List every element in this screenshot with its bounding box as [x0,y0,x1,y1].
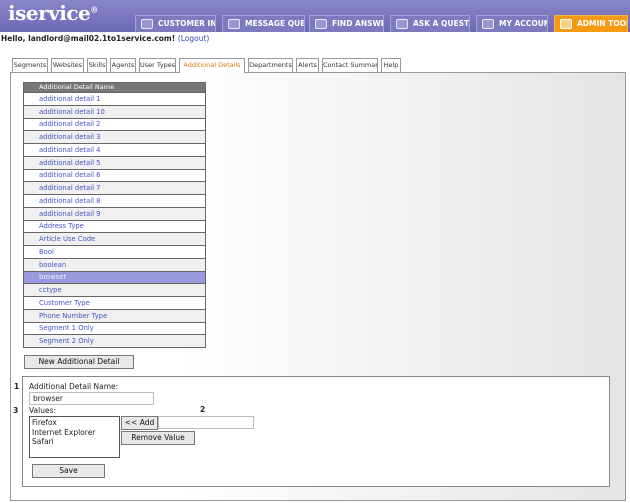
subtab-departments[interactable]: Departments [248,58,293,72]
table-row[interactable]: additional detail 3 [23,130,206,144]
table-row[interactable]: Address Type [23,219,206,234]
table-row[interactable]: additional detail 4 [23,143,206,157]
value-option[interactable]: Internet Explorer [32,428,117,438]
app-header: iservice® CUSTOMER INFO MESSAGE QUEUE FI… [0,0,630,32]
save-button[interactable]: Save [32,464,105,478]
subtab-skills[interactable]: Skills [87,58,107,72]
nav-my-account[interactable]: MY ACCOUNT [476,15,548,32]
subtab-websites[interactable]: Websites [51,58,84,72]
table-row[interactable]: Bool [23,245,206,259]
subtab-contact-summary[interactable]: Contact Summary [322,58,378,72]
table-row[interactable]: additional detail 10 [23,104,206,119]
new-additional-detail-button[interactable]: New Additional Detail [24,355,134,369]
table-row[interactable]: cctype [23,283,206,297]
value-option[interactable]: Safari [32,437,117,447]
step-3-label: 3 [13,406,19,415]
tools-icon [560,19,572,29]
additional-details-table: Additional Detail Name additional detail… [23,82,206,348]
account-icon [482,19,494,29]
subtab-alerts[interactable]: Alerts [296,58,319,72]
subtab-agents[interactable]: Agents [110,58,136,72]
iservice-logo: iservice® [8,1,98,25]
subtab-user-types[interactable]: User Types [139,58,176,72]
message-icon [228,19,240,29]
table-row[interactable]: additional detail 2 [23,117,206,132]
values-label: Values: [29,406,57,415]
table-row[interactable]: Article Use Code [23,232,206,246]
greeting: Hello, landlord@mail02.1to1service.com! … [1,34,210,43]
add-value-button[interactable]: << Add [121,416,158,430]
subtab-segments[interactable]: Segments [12,58,48,72]
table-row-selected[interactable]: browser [23,270,206,285]
new-value-input[interactable] [158,416,254,429]
table-row[interactable]: Customer Type [23,296,206,310]
detail-name-input[interactable]: browser [29,392,154,405]
nav-find-answers[interactable]: FIND ANSWERS [309,15,384,32]
question-icon [396,19,408,29]
subtab-additional-details[interactable]: Additional Details [179,58,245,73]
table-row[interactable]: additional detail 9 [23,206,206,221]
subtab-help[interactable]: Help [381,58,401,72]
nav-message-queue[interactable]: MESSAGE QUEUE [222,15,305,32]
nav-ask-question[interactable]: ASK A QUESTION [390,15,470,32]
table-row[interactable]: additional detail 1 [23,92,206,106]
book-icon [315,19,327,29]
logout-link[interactable]: (Logout) [178,34,210,43]
remove-value-button[interactable]: Remove Value [121,431,195,445]
table-header: Additional Detail Name [23,82,206,93]
nav-admin-tools[interactable]: ADMIN TOOLS [554,15,628,32]
table-row[interactable]: additional detail 5 [23,155,206,170]
table-row[interactable]: additional detail 6 [23,168,206,183]
detail-name-label: Additional Detail Name: [29,382,119,391]
values-listbox[interactable]: Firefox Internet Explorer Safari [29,416,120,458]
value-option[interactable]: Firefox [32,418,117,428]
table-row[interactable]: additional detail 7 [23,181,206,195]
table-row[interactable]: boolean [23,257,206,272]
step-1-label: 1 [14,382,20,391]
customer-icon [141,19,153,29]
step-2-label: 2 [200,405,206,414]
table-row[interactable]: additional detail 8 [23,194,206,208]
nav-customer-info[interactable]: CUSTOMER INFO [135,15,216,32]
table-row[interactable]: Segment 1 Only [23,321,206,336]
table-row[interactable]: Segment 2 Only [23,334,206,348]
table-row[interactable]: Phone Number Type [23,308,206,323]
